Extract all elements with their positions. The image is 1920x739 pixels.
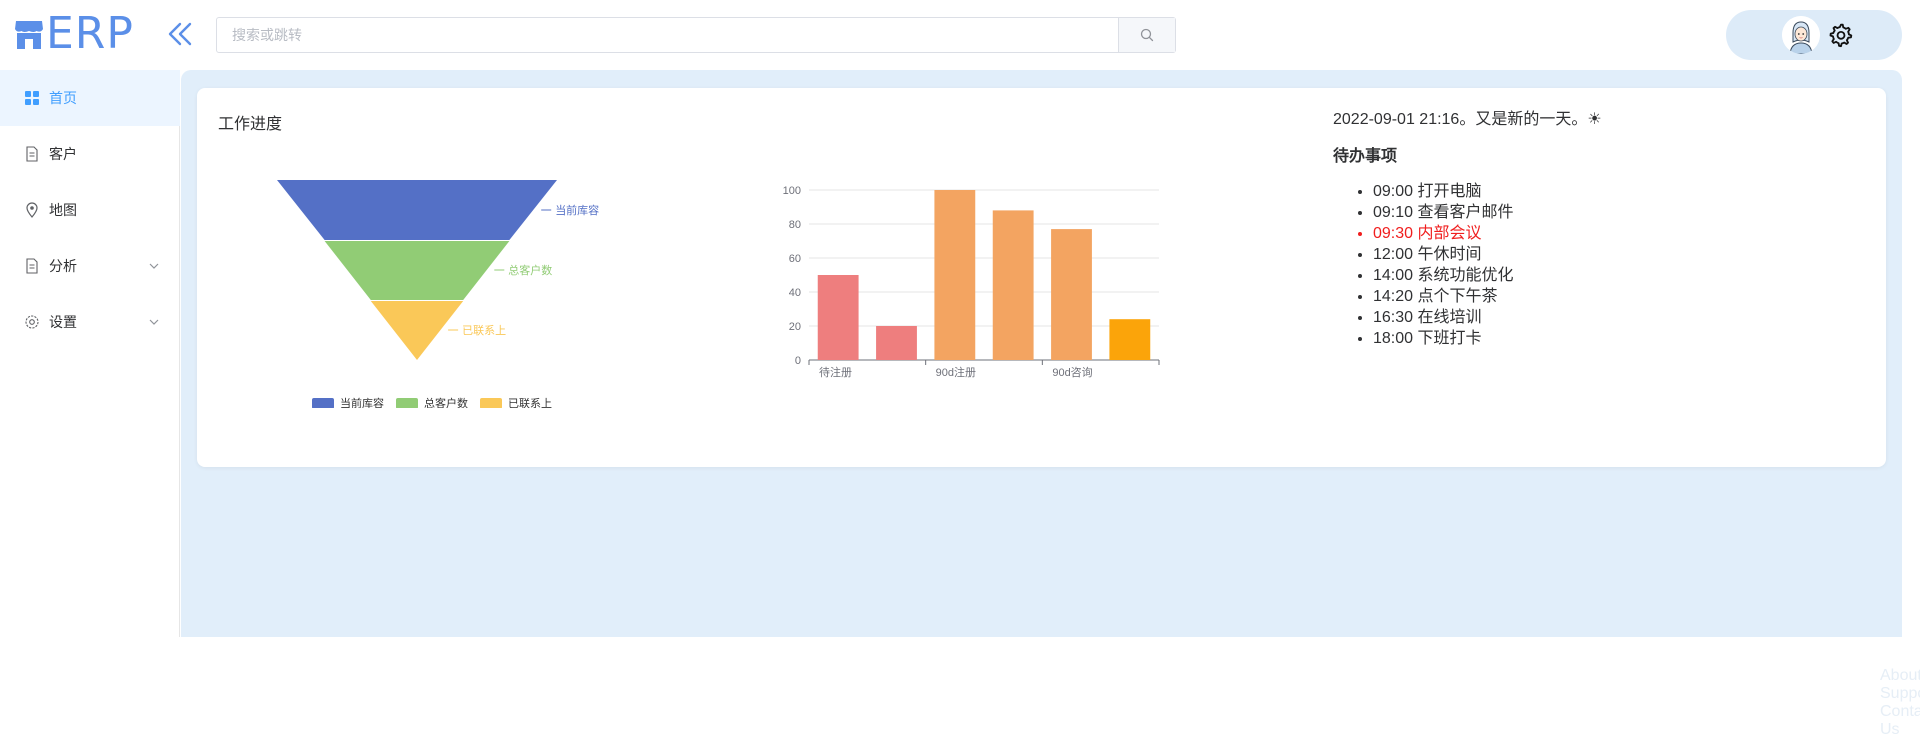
y-tick-label: 80 (789, 219, 801, 231)
sidebar-item-label: 分析 (49, 258, 77, 274)
card-title: 工作进度 (218, 116, 283, 133)
sidebar-item-label: 地图 (49, 202, 77, 218)
top-header: ERP (0, 0, 1920, 70)
settings-gear-icon[interactable] (1828, 22, 1854, 48)
funnel-segment (277, 180, 557, 240)
todo-item: 14:00 系统功能优化 (1373, 265, 1853, 286)
funnel-label: 总客户数 (508, 263, 552, 277)
grid-icon (25, 91, 39, 105)
sidebar-item-home[interactable]: 首页 (0, 70, 180, 126)
user-panel (1726, 10, 1902, 60)
location-icon (26, 202, 38, 218)
footer-links: About Support Contact Us (1880, 667, 1920, 739)
gear-icon (25, 315, 39, 329)
funnel-label: 已联系上 (462, 324, 506, 337)
x-tick-label: 90d注册 (936, 365, 976, 379)
collapse-sidebar-icon[interactable] (166, 20, 194, 48)
sidebar-item-analysis[interactable]: 分析 (0, 238, 180, 294)
funnel-label: 当前库容 (555, 203, 599, 217)
todo-item: 09:30 内部会议 (1373, 223, 1853, 244)
bar[interactable] (1109, 319, 1151, 360)
todo-item: 12:00 午休时间 (1373, 244, 1853, 265)
todo-item: 16:30 在线培训 (1373, 307, 1853, 328)
y-tick-label: 60 (789, 253, 801, 265)
legend-swatch[interactable] (480, 398, 502, 408)
bar[interactable] (992, 210, 1034, 360)
todo-item: 14:20 点个下午茶 (1373, 286, 1853, 307)
chevron-down-icon (149, 263, 159, 269)
todo-item: 09:10 查看客户邮件 (1373, 202, 1853, 223)
sidebar-item-map[interactable]: 地图 (0, 182, 180, 238)
search-button[interactable] (1118, 18, 1175, 52)
todo-list: 09:00 打开电脑09:10 查看客户邮件09:30 内部会议12:00 午休… (1333, 181, 1853, 349)
sidebar-item-customers[interactable]: 客户 (0, 126, 180, 182)
todo-item: 18:00 下班打卡 (1373, 328, 1853, 349)
info-panel: 2022-09-01 21:16。又是新的一天。☀ 待办事项 09:00 打开电… (1333, 110, 1853, 349)
bar[interactable] (876, 326, 917, 360)
document-icon (26, 258, 38, 274)
sidebar-item-label: 首页 (49, 90, 77, 106)
x-tick-label: 90d咨询 (1052, 365, 1092, 379)
funnel-chart: 当前库容总客户数已联系上当前库容 总客户数 已联系上 (277, 180, 599, 408)
search-box (216, 17, 1176, 53)
bar-chart: 0 20 40 60 80 100 待注册 90d注册 90d咨询 (783, 185, 1160, 379)
y-tick-label: 0 (795, 355, 801, 367)
legend-label[interactable]: 当前库容 (340, 396, 384, 408)
main-content: 工作进度 当前库容 总客户数 已联系上 当前库容 总客户数 已联系上 0 20 40 60 80 1… (181, 70, 1920, 738)
legend-label[interactable]: 已联系上 (508, 397, 552, 408)
footer-link-support[interactable]: Support (1880, 685, 1920, 702)
footer-link-contact[interactable]: Contact Us (1880, 703, 1920, 738)
sidebar: 首页 客户 地图 分析 设置 (0, 70, 180, 637)
y-tick-label: 100 (783, 185, 801, 197)
chevron-down-icon (149, 319, 159, 325)
footer-link-about[interactable]: About (1880, 667, 1920, 684)
x-tick-label: 待注册 (819, 365, 852, 379)
todo-title: 待办事项 (1333, 148, 1398, 165)
app-name: ERP (46, 8, 134, 59)
store-icon (15, 21, 43, 49)
y-tick-label: 40 (789, 287, 801, 299)
sidebar-item-label: 设置 (49, 314, 77, 330)
datetime-greeting: 2022-09-01 21:16。又是新的一天。☀ (1333, 111, 1602, 128)
y-tick-label: 20 (789, 321, 801, 333)
sidebar-item-settings[interactable]: 设置 (0, 294, 180, 350)
legend-swatch[interactable] (396, 398, 418, 408)
user-avatar-icon (1782, 16, 1820, 54)
funnel-segment (324, 241, 510, 300)
bar[interactable] (934, 190, 976, 360)
search-icon (1140, 28, 1154, 42)
work-progress-card: 工作进度 当前库容 总客户数 已联系上 当前库容 总客户数 已联系上 0 20 40 60 80 1… (197, 88, 1886, 467)
app-logo[interactable]: ERP (14, 12, 134, 56)
bar[interactable] (817, 275, 859, 360)
search-input[interactable] (217, 18, 1118, 52)
legend-label[interactable]: 总客户数 (424, 396, 468, 408)
legend-swatch[interactable] (312, 398, 334, 408)
document-icon (26, 146, 38, 162)
bar[interactable] (1051, 229, 1092, 360)
sidebar-item-label: 客户 (49, 146, 77, 162)
avatar[interactable] (1782, 16, 1820, 54)
todo-item: 09:00 打开电脑 (1373, 181, 1853, 202)
